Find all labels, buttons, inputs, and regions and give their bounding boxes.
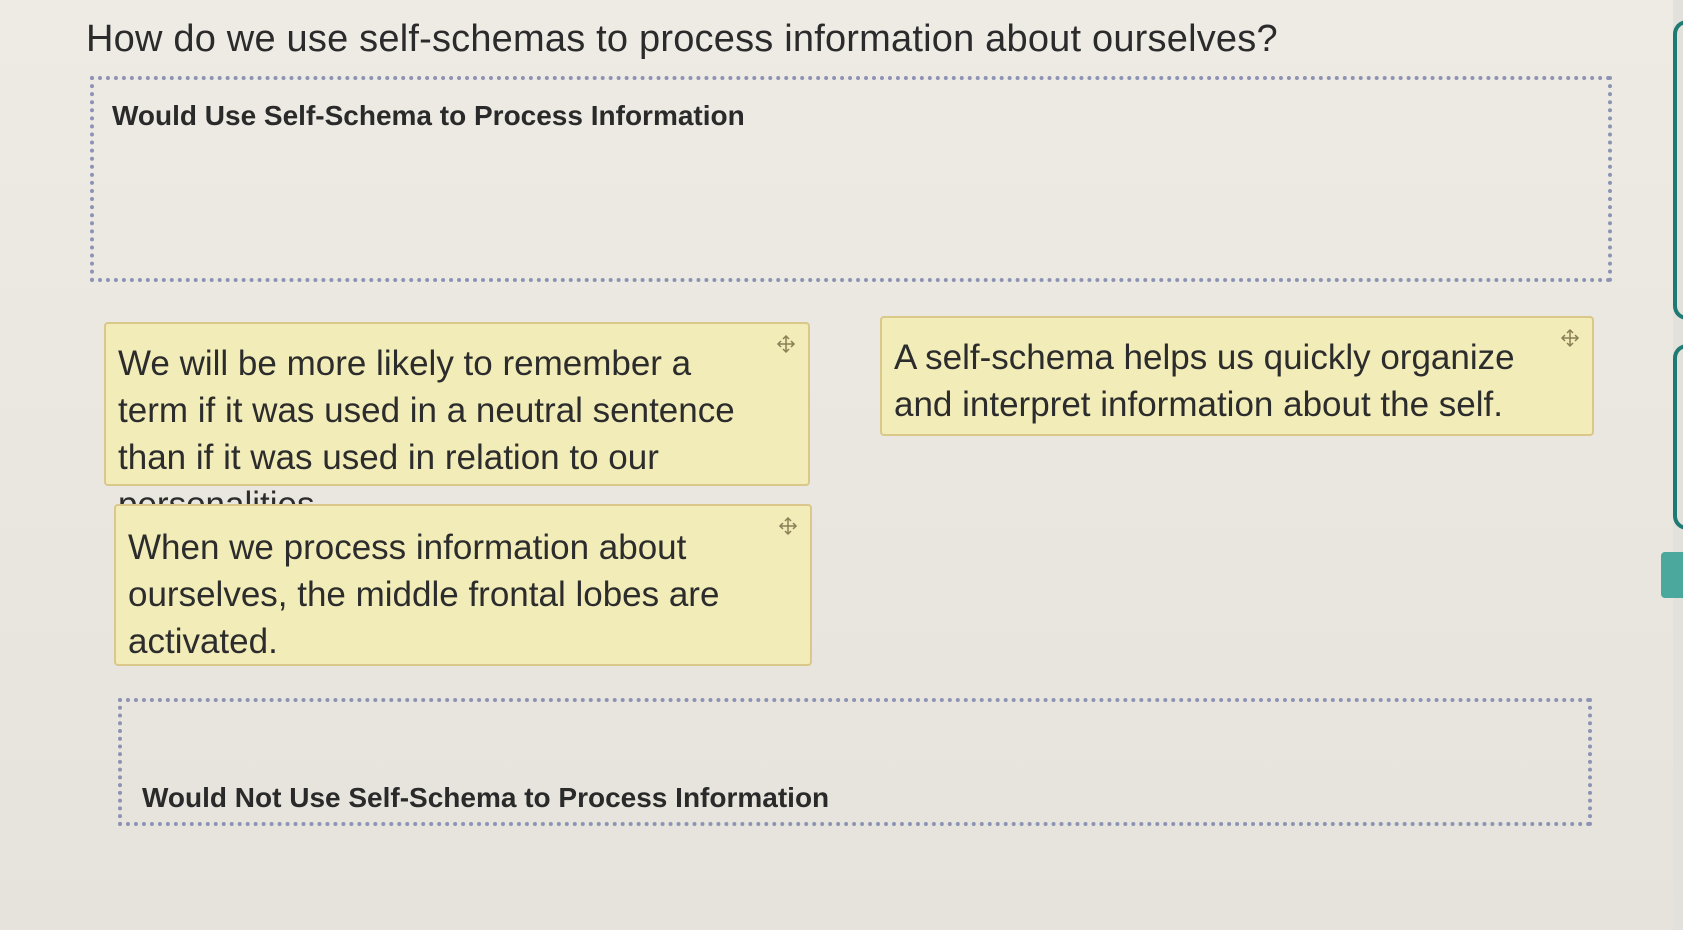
side-panel-control[interactable] [1673,20,1683,320]
draggable-card-organize-interpret[interactable]: A self-schema helps us quickly organize … [880,316,1594,436]
page: How do we use self-schemas to process in… [0,0,1683,930]
dropzone-would-not-use-label: Would Not Use Self-Schema to Process Inf… [142,782,830,813]
question-title: How do we use self-schemas to process in… [86,18,1278,60]
card-text: When we process information about oursel… [128,528,720,661]
dropzone-would-use-label: Would Use Self-Schema to Process Informa… [112,100,745,131]
dropzone-would-not-use[interactable]: Would Not Use Self-Schema to Process Inf… [118,698,1592,826]
card-text: We will be more likely to remember a ter… [118,344,735,524]
move-icon[interactable] [1560,328,1580,348]
draggable-card-remember-term[interactable]: We will be more likely to remember a ter… [104,322,810,524]
draggable-card-frontal-lobes[interactable]: When we process information about oursel… [114,504,812,666]
side-tab-button[interactable] [1661,552,1683,598]
move-icon[interactable] [776,334,796,354]
card-text: A self-schema helps us quickly organize … [894,338,1515,424]
side-panel-control[interactable] [1673,344,1683,530]
move-icon[interactable] [778,516,798,536]
dropzone-would-use[interactable]: Would Use Self-Schema to Process Informa… [90,76,1612,282]
